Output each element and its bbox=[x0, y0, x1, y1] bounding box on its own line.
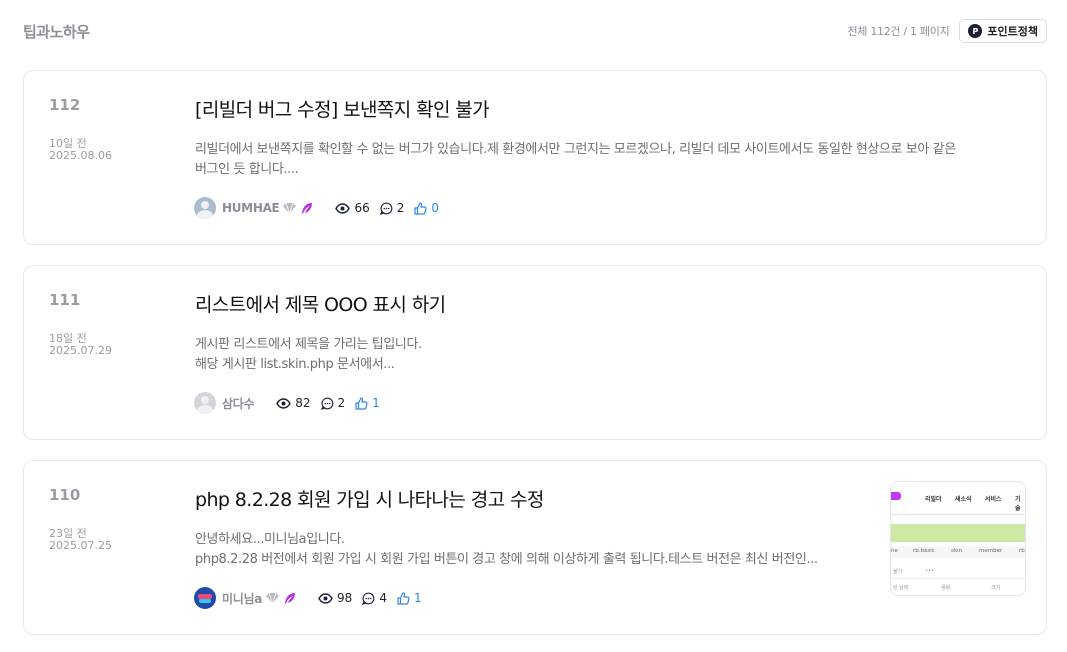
post-excerpt-line: 해당 게시판 list.skin.php 문서에서... bbox=[195, 357, 395, 372]
post-title[interactable]: php 8.2.28 회원 가입 시 나타나는 경고 수정 bbox=[195, 485, 544, 512]
thumbnail-banner bbox=[891, 524, 1025, 542]
avatar[interactable] bbox=[194, 587, 216, 609]
thumbs-up-icon bbox=[355, 396, 368, 410]
post-title[interactable]: [리빌더 버그 수정] 보낸쪽지 확인 불가 bbox=[195, 95, 490, 122]
thumbnail-row-text: 린 날짜 bbox=[893, 585, 909, 591]
post-date: 2025.08.06 bbox=[49, 149, 112, 162]
point-icon: P bbox=[968, 24, 983, 38]
thumbnail-breadcrumb-item: member bbox=[979, 548, 1003, 554]
quill-badge-icon bbox=[300, 202, 313, 215]
comment-count-value: 2 bbox=[396, 201, 405, 215]
author-name[interactable]: 미니님a bbox=[222, 590, 262, 607]
like-count[interactable]: 0 bbox=[414, 201, 439, 215]
post-meta: 삼다수 82 2 1 bbox=[194, 392, 380, 414]
thumbnail-divider bbox=[891, 578, 1025, 579]
comment-count-value: 4 bbox=[379, 591, 387, 605]
post-excerpt-line: 리빌더에서 보낸쪽지를 확인할 수 없는 버그가 있습니다.제 환경에서만 그런… bbox=[195, 142, 956, 157]
header-right: 전체 112건 / 1 페이지 P 포인트정책 bbox=[847, 19, 1047, 43]
thumbnail-nav-item: 서비스 bbox=[985, 496, 1002, 503]
thumbnail-row-text: 불가 bbox=[893, 569, 903, 575]
thumbnail-row-text: ••• bbox=[925, 568, 934, 574]
comment-count-value: 2 bbox=[337, 396, 346, 410]
post-title[interactable]: 리스트에서 제목 OOO 표시 하기 bbox=[195, 290, 446, 317]
comment-icon bbox=[320, 397, 333, 410]
view-count: 98 bbox=[318, 591, 352, 605]
comment-icon bbox=[379, 202, 393, 215]
author-name[interactable]: 삼다수 bbox=[222, 395, 255, 412]
point-policy-button[interactable]: P 포인트정책 bbox=[959, 19, 1047, 43]
point-policy-label: 포인트정책 bbox=[987, 25, 1038, 38]
post-excerpt: 안녕하세요...미니님a입니다. php8.2.28 버전에서 회원 가입 시 … bbox=[195, 530, 995, 570]
thumbnail-breadcrumb-item: rb.basic bbox=[913, 548, 935, 554]
quill-badge-icon bbox=[283, 592, 296, 605]
thumbnail-nav-item: 새소식 bbox=[955, 496, 972, 503]
thumbs-up-icon bbox=[414, 201, 427, 215]
comment-count: 2 bbox=[320, 396, 346, 410]
thumbnail-nav-item: 리빌더 bbox=[925, 496, 942, 503]
like-count-value: 0 bbox=[431, 201, 440, 215]
thumbnail-breadcrumb: ne rb.basic skin member rb bbox=[891, 546, 1025, 558]
view-count-value: 82 bbox=[295, 396, 311, 410]
like-count[interactable]: 1 bbox=[397, 591, 422, 605]
author-name[interactable]: HUMHAE bbox=[222, 201, 280, 215]
post-meta: HUMHAE 66 2 0 bbox=[194, 197, 439, 219]
eye-icon bbox=[335, 202, 351, 214]
post-excerpt: 게시판 리스트에서 제목을 가리는 팁입니다. 해당 게시판 list.skin… bbox=[195, 335, 995, 375]
post-excerpt: 리빌더에서 보낸쪽지를 확인할 수 없는 버그가 있습니다.제 환경에서만 그런… bbox=[195, 140, 995, 180]
eye-icon bbox=[318, 592, 333, 604]
diamond-badge-icon bbox=[283, 202, 297, 214]
board-header: 팁과노하우 전체 112건 / 1 페이지 P 포인트정책 bbox=[23, 18, 1047, 44]
post-number: 110 bbox=[49, 486, 81, 504]
post-number: 111 bbox=[49, 291, 81, 309]
post-card[interactable]: 110 23일 전 2025.07.25 php 8.2.28 회원 가입 시 … bbox=[23, 460, 1047, 635]
thumbnail-row-text: 크기 bbox=[991, 585, 1001, 591]
like-count-value: 1 bbox=[413, 591, 422, 605]
post-excerpt-line: php8.2.28 버전에서 회원 가입 시 회원 가입 버튼이 경고 창에 의… bbox=[195, 552, 818, 567]
like-count[interactable]: 1 bbox=[355, 396, 380, 410]
view-count: 66 bbox=[335, 201, 370, 215]
post-excerpt-line: 안녕하세요...미니님a입니다. bbox=[195, 532, 345, 547]
post-meta: 미니님a 98 4 1 bbox=[194, 587, 422, 609]
view-count: 82 bbox=[276, 396, 311, 410]
thumbnail-breadcrumb-item: ne bbox=[891, 548, 898, 554]
board-title: 팁과노하우 bbox=[23, 22, 90, 41]
post-date: 2025.07.25 bbox=[49, 539, 112, 552]
diamond-badge-icon bbox=[266, 592, 280, 604]
comment-count: 2 bbox=[379, 201, 405, 215]
view-count-value: 98 bbox=[337, 591, 353, 605]
post-excerpt-line: 게시판 리스트에서 제목을 가리는 팁입니다. bbox=[195, 337, 422, 352]
thumbnail-row-text: 용량 bbox=[941, 585, 951, 591]
like-count-value: 1 bbox=[372, 396, 380, 410]
avatar[interactable] bbox=[194, 392, 216, 414]
post-count-summary: 전체 112건 / 1 페이지 bbox=[847, 25, 950, 38]
post-card[interactable]: 112 10일 전 2025.08.06 [리빌더 버그 수정] 보낸쪽지 확인… bbox=[23, 70, 1047, 245]
thumbnail-nav-item: 기술 bbox=[1015, 496, 1021, 512]
thumbnail-breadcrumb-item: rb bbox=[1019, 548, 1025, 554]
comment-icon bbox=[362, 592, 375, 605]
eye-icon bbox=[276, 397, 292, 409]
avatar[interactable] bbox=[194, 197, 216, 219]
thumbnail-divider bbox=[891, 514, 1025, 515]
post-excerpt-line: 버그인 듯 합니다.... bbox=[195, 162, 299, 177]
thumbnail-logo bbox=[891, 492, 901, 500]
view-count-value: 66 bbox=[354, 201, 370, 215]
post-thumbnail[interactable]: 리빌더 새소식 서비스 기술 ne rb.basic skin member r… bbox=[890, 481, 1026, 596]
comment-count: 4 bbox=[362, 591, 387, 605]
thumbs-up-icon bbox=[397, 591, 410, 605]
post-number: 112 bbox=[49, 96, 81, 114]
post-date: 2025.07.29 bbox=[49, 344, 112, 357]
post-card[interactable]: 111 18일 전 2025.07.29 리스트에서 제목 OOO 표시 하기 … bbox=[23, 265, 1047, 440]
thumbnail-breadcrumb-item: skin bbox=[951, 548, 963, 554]
